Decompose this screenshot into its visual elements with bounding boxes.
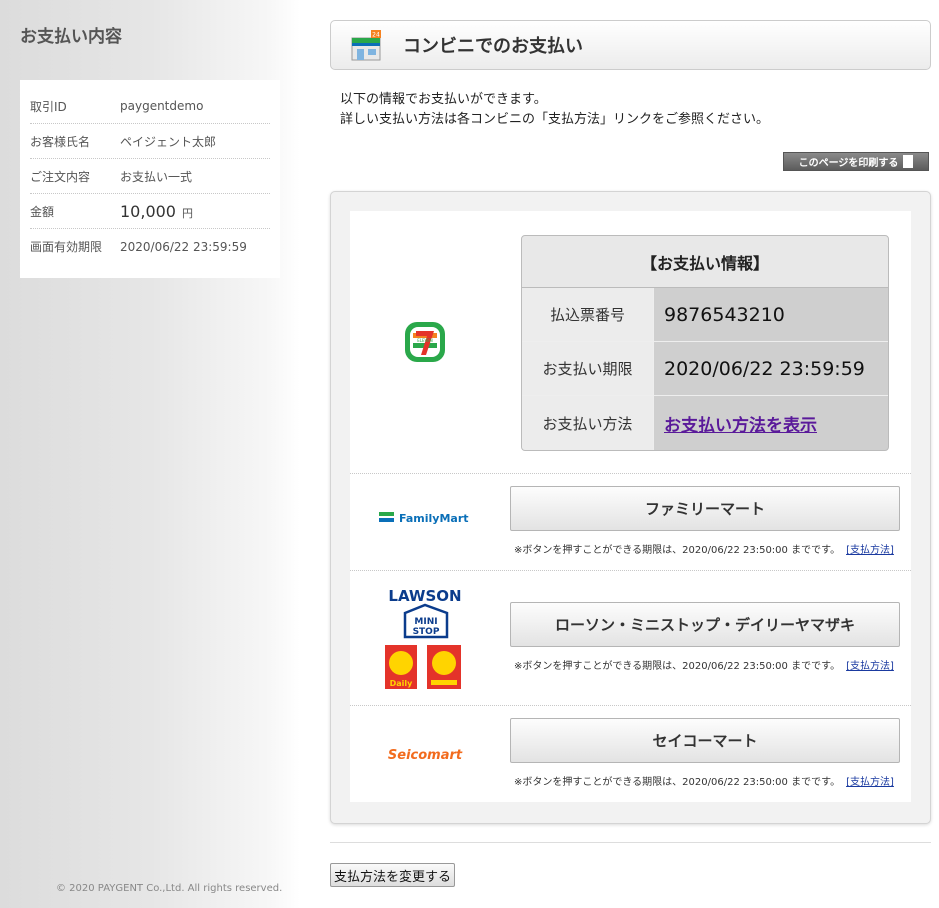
order-summary: 取引ID paygentdemo お客様氏名 ペイジェント太郎 ご注文内容 お支…	[20, 80, 280, 278]
footer-divider	[330, 842, 931, 843]
payment-info-box: 【お支払い情報】 払込票番号 9876543210 お支払い期限 2020/06…	[521, 235, 889, 451]
seicomart-logo-icon: Seicomart	[388, 748, 463, 763]
page-title: コンビニでのお支払い	[403, 36, 583, 57]
amount-number: 10,000	[120, 201, 176, 221]
familymart-note: ※ボタンを押すことができる期限は、2020/06/22 23:50:00 までで…	[514, 541, 900, 556]
page-header: 24 コンビニでのお支払い	[330, 20, 931, 70]
info-label: お支払い期限	[522, 342, 654, 395]
summary-value: ペイジェント太郎	[120, 134, 217, 149]
intro-line: 以下の情報でお支払いができます。	[340, 92, 547, 107]
summary-label: 取引ID	[30, 99, 67, 114]
change-payment-method-button[interactable]: 支払方法を変更する	[330, 863, 455, 887]
summary-row-customer-name: お客様氏名 ペイジェント太郎	[30, 124, 270, 159]
familymart-logo-text: FamilyMart	[399, 512, 469, 525]
payment-panel-inner: ELEVEN 【お支払い情報】 払込票番号 9876543210 お支払い期限 …	[350, 211, 911, 802]
summary-row-transaction-id: 取引ID paygentdemo	[30, 89, 270, 124]
info-row-method: お支払い方法 お支払い方法を表示	[522, 396, 888, 450]
sidebar-title: お支払い内容	[20, 27, 122, 47]
print-page-button[interactable]: このページを印刷する	[783, 152, 929, 171]
daily-logo-text: Daily	[390, 679, 414, 688]
familymart-button[interactable]: ファミリーマート	[510, 486, 900, 531]
lawson-ministop-daily-button[interactable]: ローソン・ミニストップ・デイリーヤマザキ	[510, 602, 900, 647]
divider	[350, 570, 911, 571]
summary-value: paygentdemo	[120, 99, 204, 113]
convenience-store-icon: 24	[351, 30, 381, 61]
deadline-note: ※ボタンを押すことができる期限は、2020/06/22 23:50:00 までで…	[514, 661, 841, 672]
summary-row-expiry: 画面有効期限 2020/06/22 23:59:59	[30, 229, 270, 264]
info-label: 払込票番号	[522, 288, 654, 341]
lawson-note: ※ボタンを押すことができる期限は、2020/06/22 23:50:00 までで…	[514, 657, 900, 672]
seicomart-logo: Seicomart	[350, 743, 500, 765]
show-payment-method-link[interactable]: お支払い方法を表示	[664, 411, 817, 436]
info-row-slip-number: 払込票番号 9876543210	[522, 288, 888, 342]
summary-label: ご注文内容	[30, 169, 91, 184]
amount-unit: 円	[181, 206, 193, 220]
summary-value: お支払い一式	[120, 169, 193, 184]
deadline-note: ※ボタンを押すことができる期限は、2020/06/22 23:50:00 までで…	[514, 545, 841, 556]
divider	[350, 705, 911, 706]
summary-label: お客様氏名	[30, 134, 91, 149]
familymart-logo-icon: FamilyMart	[379, 512, 469, 525]
payment-info-title: 【お支払い情報】	[522, 236, 888, 288]
familymart-logo: FamilyMart	[350, 507, 500, 529]
summary-row-amount: 金額 10,000 円	[30, 194, 270, 229]
lawson-logo-text: LAWSON	[388, 587, 461, 605]
familymart-method-link[interactable]: [支払方法]	[846, 545, 894, 556]
info-row-deadline: お支払い期限 2020/06/22 23:59:59	[522, 342, 888, 396]
amount-value: 10,000 円	[120, 202, 270, 221]
seven-eleven-logo-text: ELEVEN	[417, 338, 433, 343]
seicomart-button[interactable]: セイコーマート	[510, 718, 900, 763]
intro-line: 詳しい支払い方法は各コンビニの「支払方法」リンクをご参照ください。	[340, 112, 770, 127]
deadline-note: ※ボタンを押すことができる期限は、2020/06/22 23:50:00 までで…	[514, 777, 841, 788]
document-icon	[903, 155, 914, 168]
info-label: お支払い方法	[522, 396, 654, 450]
summary-label: 金額	[30, 204, 55, 219]
lawson-ministop-daily-logo: LAWSON MINI STOP Daily	[350, 583, 500, 693]
payment-panel: ELEVEN 【お支払い情報】 払込票番号 9876543210 お支払い期限 …	[330, 191, 931, 824]
seicomart-logo-text: Seicomart	[388, 748, 463, 763]
print-button-label: このページを印刷する	[798, 158, 899, 169]
method-value: お支払い方法を表示	[654, 396, 888, 450]
seicomart-note: ※ボタンを押すことができる期限は、2020/06/22 23:50:00 までで…	[514, 773, 900, 788]
lawson-method-link[interactable]: [支払方法]	[846, 661, 894, 672]
summary-label: 画面有効期限	[30, 240, 103, 254]
lawson-logo-icon: LAWSON MINI STOP Daily	[385, 587, 462, 689]
divider	[350, 473, 911, 474]
seven-eleven-logo-icon: ELEVEN	[405, 322, 445, 362]
seicomart-method-link[interactable]: [支払方法]	[846, 777, 894, 788]
ministop-logo-text-mini: MINI	[414, 617, 437, 627]
seven-eleven-logo: ELEVEN	[350, 319, 500, 365]
deadline-value: 2020/06/22 23:59:59	[664, 357, 865, 380]
intro-text: 以下の情報でお支払いができます。 詳しい支払い方法は各コンビニの「支払方法」リン…	[340, 90, 769, 130]
copyright: © 2020 PAYGENT Co.,Ltd. All rights reser…	[56, 883, 283, 894]
sidebar: お支払い内容 取引ID paygentdemo お客様氏名 ペイジェント太郎 ご…	[0, 0, 300, 908]
slip-number-value: 9876543210	[664, 303, 785, 326]
summary-value: 2020/06/22 23:59:59	[120, 239, 247, 254]
ministop-logo-text-stop: STOP	[413, 627, 440, 637]
store-icon-badge: 24	[372, 32, 380, 39]
summary-row-order-content: ご注文内容 お支払い一式	[30, 159, 270, 194]
